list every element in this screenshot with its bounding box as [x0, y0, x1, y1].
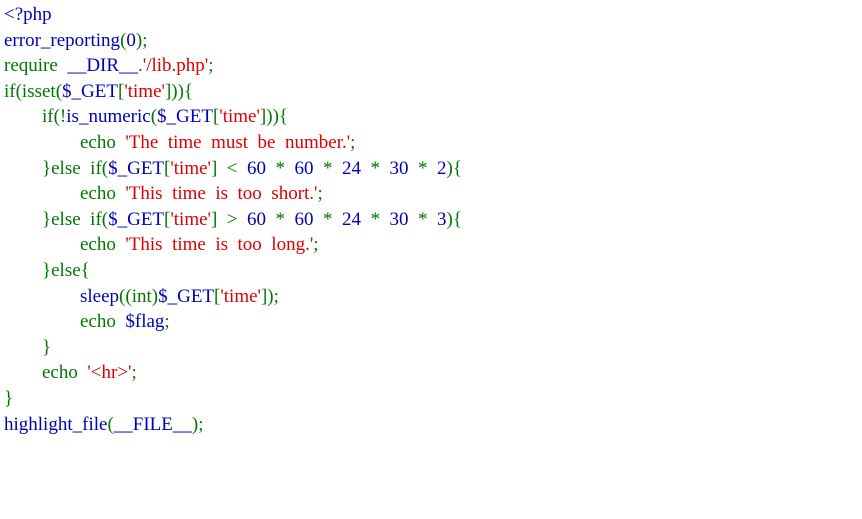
code-token-default: $_GET: [108, 208, 165, 230]
code-token-default: $_GET: [158, 285, 215, 307]
code-token-keyword: echo: [4, 362, 88, 384]
code-line: <?php: [4, 2, 862, 28]
code-token-default: 3: [437, 208, 447, 230]
code-token-keyword: }else if(: [4, 208, 109, 230]
code-token-default: sleep: [80, 285, 120, 307]
code-line: echo $flag;: [4, 309, 862, 335]
code-token-keyword: }: [4, 336, 52, 358]
code-token-default: is_numeric: [66, 106, 151, 128]
code-token-keyword: require: [4, 55, 68, 77]
code-token-string: 'This time is too long.': [125, 234, 314, 256]
code-line: if(isset($_GET['time'])){: [4, 79, 862, 105]
code-token-keyword: ){: [446, 157, 462, 179]
code-token-default: error_reporting: [4, 29, 121, 51]
code-token-keyword: );: [191, 413, 204, 435]
code-token-string: 'This time is too short.': [125, 183, 318, 205]
code-token-keyword: ])){: [164, 80, 194, 102]
code-token-keyword: ;: [131, 362, 137, 384]
code-token-keyword: [4, 286, 80, 307]
code-token-keyword: *: [370, 157, 390, 179]
code-token-string: '/lib.php': [142, 55, 209, 77]
code-token-keyword: ((int): [119, 285, 159, 307]
code-token-keyword: echo: [4, 311, 126, 333]
code-line: }: [4, 386, 862, 412]
code-line: echo '<hr>';: [4, 360, 862, 386]
code-line: echo 'This time is too short.';: [4, 181, 862, 207]
code-token-string: 'time': [220, 285, 261, 307]
code-token-default: 30: [389, 208, 419, 230]
code-line: require __DIR__.'/lib.php';: [4, 53, 862, 79]
code-token-string: 'time': [170, 157, 211, 179]
code-token-keyword: *: [418, 157, 438, 179]
code-line: error_reporting(0);: [4, 28, 862, 54]
code-token-default: $flag: [125, 311, 165, 333]
code-token-keyword: ;: [313, 234, 319, 256]
code-token-keyword: }else if(: [4, 157, 109, 179]
code-token-keyword: echo: [4, 131, 126, 153]
code-line: }else if($_GET['time'] > 60 * 60 * 24 * …: [4, 207, 862, 233]
code-token-keyword: );: [135, 29, 148, 51]
code-token-keyword: *: [323, 157, 343, 179]
code-token-default: 24: [342, 157, 371, 179]
code-line: echo 'This time is too long.';: [4, 232, 862, 258]
code-token-keyword: *: [275, 157, 295, 179]
code-token-default: __FILE__: [113, 413, 192, 435]
code-token-keyword: *: [418, 208, 438, 230]
code-token-keyword: echo: [4, 234, 126, 256]
code-token-keyword: ])){: [259, 106, 289, 128]
code-line: }: [4, 335, 862, 361]
highlighted-source-code: <?php error_reporting(0); require __DIR__.…: [0, 0, 862, 519]
code-line: echo 'The time must be number.';: [4, 130, 862, 156]
code-token-keyword: ] >: [210, 208, 248, 230]
code-token-default: highlight_file: [4, 413, 108, 435]
code-token-keyword: ;: [164, 311, 170, 333]
code-token-default: 60: [294, 157, 324, 179]
code-token-default: $_GET: [108, 157, 165, 179]
code-token-default: 24: [342, 208, 371, 230]
code-line: sleep((int)$_GET['time']);: [4, 284, 862, 310]
code-token-keyword: ]);: [260, 285, 279, 307]
code-token-keyword: if(!: [4, 106, 67, 128]
code-token-keyword: ;: [317, 183, 323, 205]
code-token-default: 60: [247, 208, 276, 230]
code-line: }else if($_GET['time'] < 60 * 60 * 24 * …: [4, 156, 862, 182]
code-token-string: 'time': [170, 208, 211, 230]
code-token-default: 60: [247, 157, 276, 179]
code-line: if(!is_numeric($_GET['time'])){: [4, 104, 862, 130]
code-token-keyword: *: [323, 208, 343, 230]
code-token-keyword: ){: [446, 208, 462, 230]
code-token-keyword: }: [4, 387, 14, 409]
code-token-string: '<hr>': [87, 362, 132, 384]
code-line: }else{: [4, 258, 862, 284]
code-token-default: $_GET: [157, 106, 213, 128]
code-token-default: 30: [389, 157, 419, 179]
code-token-default: 2: [437, 157, 447, 179]
code-token-keyword: *: [275, 208, 295, 230]
code-line: highlight_file(__FILE__);: [4, 412, 862, 438]
code-token-default: $_GET: [62, 80, 118, 102]
code-token-keyword: }else{: [4, 259, 90, 281]
code-token-keyword: ] <: [210, 157, 248, 179]
code-token-string: 'time': [219, 106, 260, 128]
code-token-keyword: *: [370, 208, 390, 230]
code-token-html: <?php: [4, 4, 52, 25]
code-token-default: 0: [126, 29, 136, 51]
code-token-keyword: if(isset(: [4, 80, 63, 102]
code-token-string: 'time': [124, 80, 165, 102]
code-token-default: __DIR__: [67, 55, 139, 77]
code-token-default: 60: [294, 208, 324, 230]
code-token-keyword: ;: [350, 131, 356, 153]
code-token-keyword: echo: [4, 183, 126, 205]
code-token-keyword: ;: [208, 55, 214, 77]
code-token-string: 'The time must be number.': [125, 131, 351, 153]
